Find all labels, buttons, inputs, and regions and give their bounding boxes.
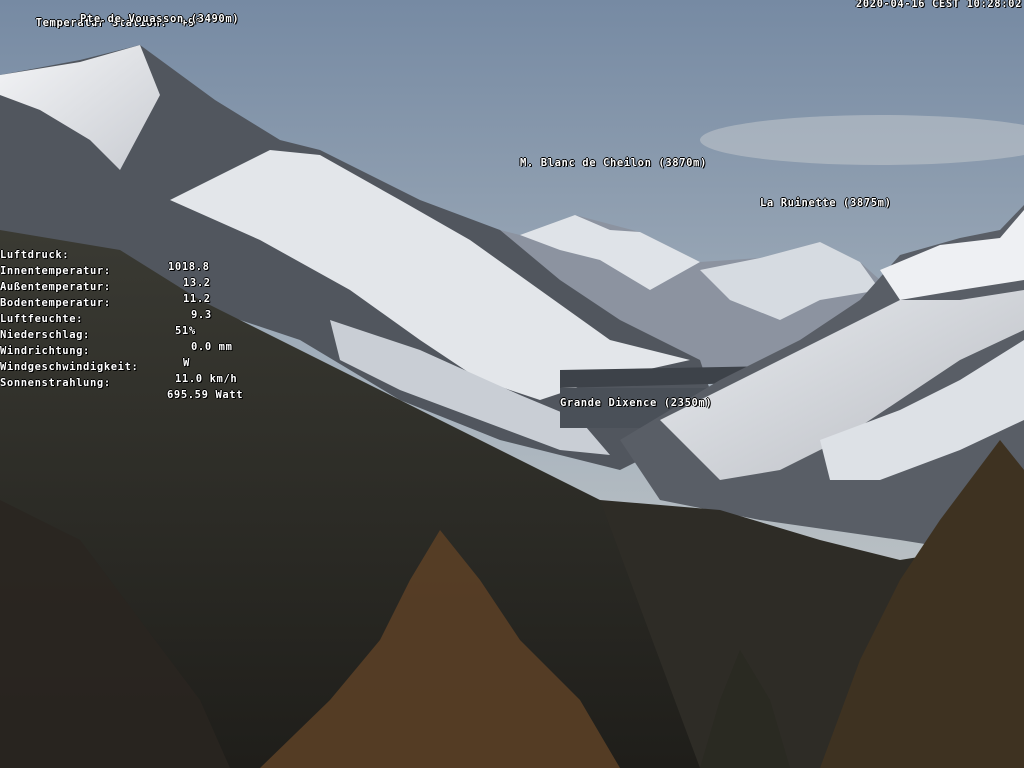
reading-label: Sonnenstrahlung: [0,377,111,389]
peak-label-ruinette: La Ruinette (3875m) [760,197,892,209]
reading-windgeschwindigkeit: Windgeschwindigkeit: 11.0 km/h [0,349,270,385]
webcam-image: Temperatur Station: +9° Pte de Vouasson … [0,0,1024,768]
reading-windrichtung: Windrichtung: W [0,333,270,369]
reading-niederschlag: Niederschlag: 0.0 mm [0,317,270,353]
reading-value: 695.59 Watt [167,389,244,401]
peak-label-dixence: Grande Dixence (2350m) [560,397,713,409]
peak-label-vouasson: Pte de Vouasson (3490m) [80,13,240,25]
reading-innentemperatur: Innentemperatur: 13.2 [0,253,270,289]
reading-luftdruck: Luftdruck: 1018.8 [0,237,270,273]
reading-aussentemperatur: Außentemperatur: 11.2 [0,269,270,305]
reading-luftfeuchte: Luftfeuchte: 51% [0,301,270,337]
timestamp: 2020-04-16 CEST 10:28:02 [855,0,1022,10]
reading-bodentemperatur: Bodentemperatur: 9.3 [0,285,270,321]
weather-readings: Luftdruck: 1018.8 Innentemperatur: 13.2 … [0,237,280,401]
reading-sonnenstrahlung: Sonnenstrahlung: 695.59 Watt [0,365,270,401]
peak-label-cheilon: M. Blanc de Cheilon (3870m) [520,157,707,169]
